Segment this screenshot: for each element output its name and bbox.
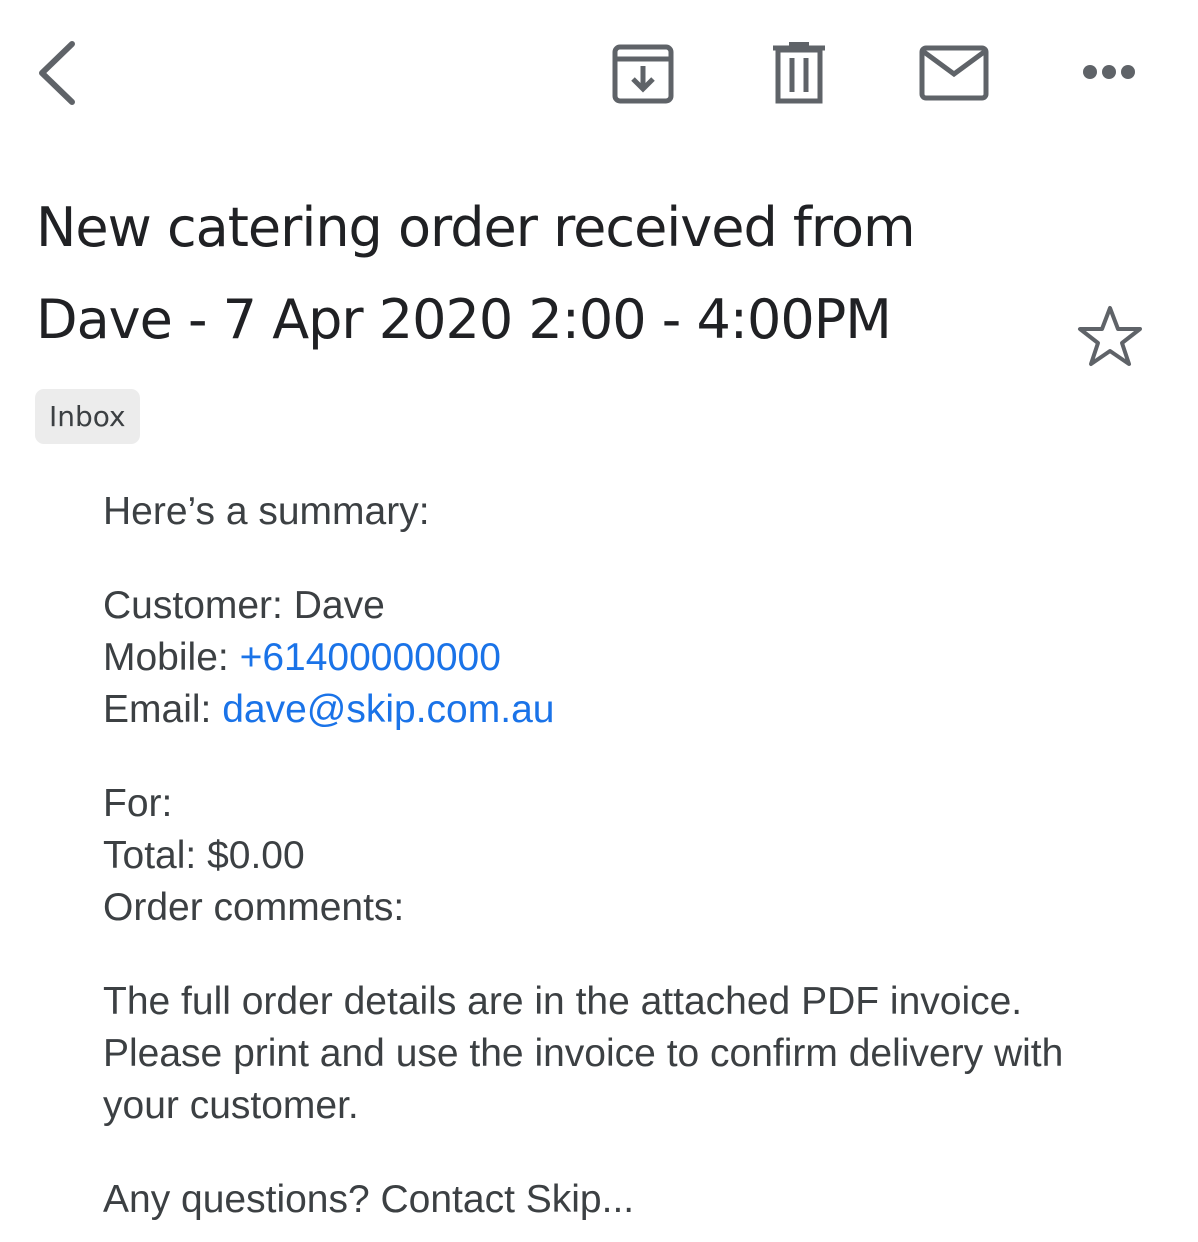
email-label: Email: — [103, 688, 223, 731]
order-comments-line: Order comments: — [103, 886, 405, 929]
customer-label: Customer: — [103, 584, 294, 627]
label-chip-inbox[interactable]: Inbox — [35, 389, 140, 444]
mobile-link[interactable]: +61400000000 — [240, 636, 501, 679]
summary-intro: Here’s a summary: — [103, 490, 430, 533]
details-paragraph: The full order details are in the attach… — [103, 980, 1064, 1127]
trash-icon[interactable] — [770, 40, 828, 106]
mail-icon[interactable] — [918, 44, 990, 102]
star-icon[interactable] — [1076, 304, 1144, 368]
email-line: Email: dave@skip.com.au — [103, 684, 1103, 736]
more-horizontal-icon[interactable] — [1080, 60, 1140, 84]
closing-line: Any questions? Contact Skip... — [103, 1178, 635, 1221]
email-subject: New catering order received from Dave - … — [36, 196, 916, 351]
total-value: $0.00 — [207, 834, 305, 877]
for-line: For: — [103, 782, 173, 825]
email-body: Here’s a summary: Customer: Dave Mobile:… — [103, 486, 1103, 1226]
mobile-line: Mobile: +61400000000 — [103, 632, 1103, 684]
back-icon[interactable] — [34, 40, 78, 106]
archive-icon[interactable] — [610, 41, 676, 105]
customer-line: Customer: Dave — [103, 580, 1103, 632]
customer-value: Dave — [293, 584, 385, 627]
mobile-label: Mobile: — [103, 636, 240, 679]
total-label: Total: — [103, 834, 208, 877]
email-link[interactable]: dave@skip.com.au — [222, 688, 554, 731]
total-line: Total: $0.00 — [103, 830, 1103, 882]
